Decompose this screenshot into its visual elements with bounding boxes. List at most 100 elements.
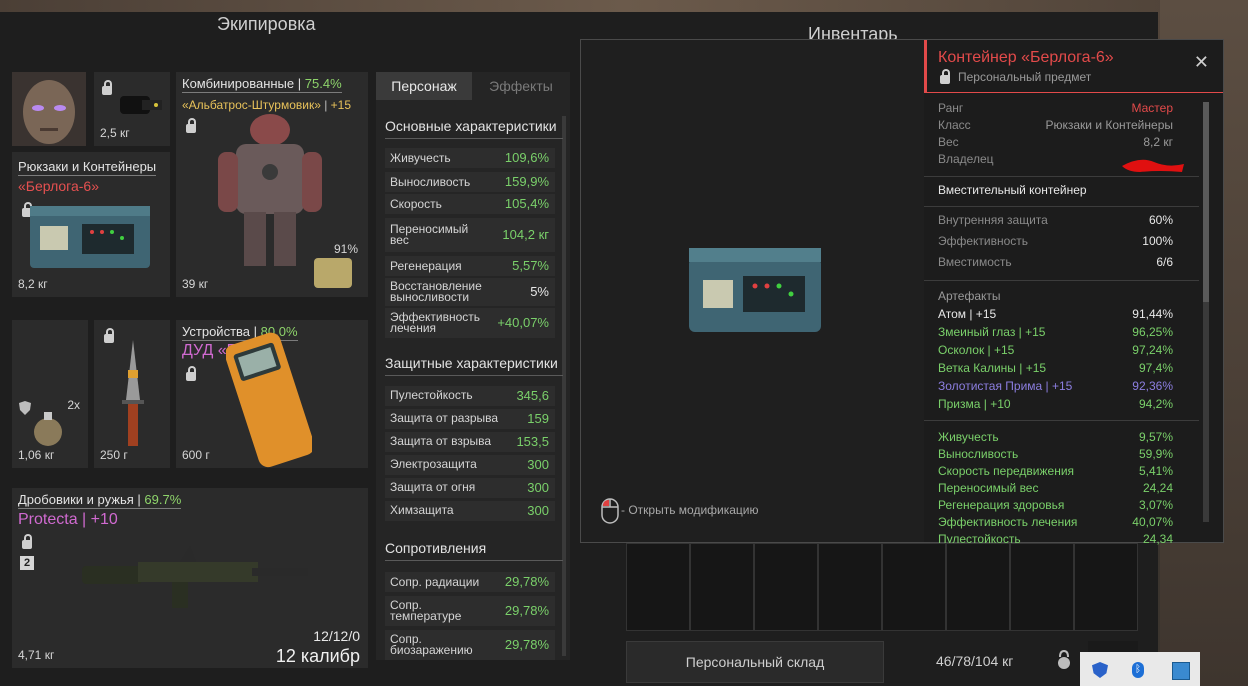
inventory-cell[interactable]: [626, 543, 690, 631]
weapon-name-line: Protecta | +10: [18, 511, 118, 529]
bluetooth-icon[interactable]: ᛒ: [1132, 662, 1144, 678]
character-portrait[interactable]: [12, 72, 86, 146]
resist-stats-title: Сопротивления: [385, 540, 563, 561]
info-prop-label: Класс: [938, 118, 971, 132]
stat-value: 300: [527, 457, 549, 472]
stat-label: Восстановление выносливости: [390, 279, 482, 304]
device-slot[interactable]: Устройства | 80.0% ДУД «Буря» 600 г: [176, 320, 368, 468]
weapon-percent: 69.7%: [144, 492, 182, 507]
weapon-upgrade: | +10: [82, 511, 118, 528]
weapon-caliber: 12 калибр: [275, 646, 360, 666]
item-info-panel: Контейнер «Берлога-6» Персональный предм…: [924, 39, 1224, 546]
stat-label: Живучесть: [390, 150, 451, 165]
divider: [924, 176, 1199, 177]
stat-row: Регенерация 5,57%: [385, 256, 555, 276]
stats-scrollbar[interactable]: [562, 116, 566, 656]
tab-effects[interactable]: Эффекты: [472, 72, 570, 100]
inventory-cell[interactable]: [946, 543, 1010, 631]
bonus-label: Регенерация здоровья: [938, 498, 1065, 512]
scrollbar-thumb[interactable]: [1203, 102, 1209, 302]
stat-value: 5%: [530, 284, 549, 299]
container-3d-icon: [689, 248, 821, 332]
lock-icon: [186, 366, 196, 381]
bonus-value: 40,07%: [1132, 515, 1173, 529]
container-stat-label: Внутренняя защита: [938, 213, 1048, 227]
armor-name-line: «Альбатрос-Штурмовик» | +15: [182, 98, 352, 112]
stat-label: Регенерация: [390, 258, 462, 273]
stat-label: Защита от взрыва: [390, 434, 492, 448]
stat-label: Защита от огня: [390, 480, 476, 494]
personal-storage-button[interactable]: Персональный склад: [626, 641, 884, 683]
container-stat-value: 100%: [1142, 234, 1173, 248]
info-scrollbar[interactable]: [1203, 102, 1209, 522]
close-icon[interactable]: ✕: [1194, 52, 1209, 73]
stat-row: Живучесть 109,6%: [385, 148, 555, 168]
bonus-value: 24,34: [1142, 532, 1173, 546]
weapon-level-badge: 2: [20, 556, 34, 570]
grenade-slot[interactable]: 2x 1,06 кг: [12, 320, 88, 468]
artifact-label: Змеиный глаз | +15: [938, 325, 1046, 339]
armor-slot[interactable]: Комбинированные | 75.4% «Альбатрос-Штурм…: [176, 72, 368, 297]
backpack-slot[interactable]: Рюкзаки и Контейнеры «Берлога-6» 8,2 кг: [12, 152, 170, 297]
artifacts-title: Артефакты: [938, 289, 1001, 303]
artifact-value: 97,24%: [1132, 343, 1173, 357]
stat-label: Защита от разрыва: [390, 411, 499, 425]
lock-icon: [102, 80, 112, 95]
stat-row: Скорость 105,4%: [385, 194, 555, 214]
stat-label: Переносимый вес: [390, 222, 469, 247]
artifact-value: 94,2%: [1138, 397, 1173, 411]
weapon-weight: 4,71 кг: [18, 648, 55, 662]
item-viewer[interactable]: - Открыть модификацию: [580, 39, 925, 543]
stat-value: 29,78%: [504, 574, 549, 589]
bonus-label: Выносливость: [938, 447, 1019, 461]
armor-category-line: Комбинированные | 75.4%: [182, 76, 342, 93]
grenade-count: 2x: [67, 398, 80, 412]
header-divider: [924, 92, 1223, 93]
stat-label: Эффективность лечения: [390, 310, 481, 335]
inventory-cell[interactable]: [1010, 543, 1074, 631]
inventory-cell[interactable]: [1074, 543, 1138, 631]
inventory-cell[interactable]: [882, 543, 946, 631]
inventory-cell[interactable]: [818, 543, 882, 631]
stat-row: Химзащита 300: [385, 501, 555, 521]
artifact-value: 97,4%: [1138, 361, 1173, 375]
bonus-value: 5,41%: [1138, 464, 1173, 478]
stat-value: 29,78%: [504, 637, 549, 652]
basic-stats-title: Основные характеристики: [385, 118, 563, 139]
stat-label: Скорость: [390, 196, 442, 211]
info-prop-label: Ранг: [938, 101, 964, 115]
lock-icon: [22, 534, 32, 549]
divider: [924, 420, 1199, 421]
container-type: Вместительный контейнер: [938, 183, 1087, 197]
equipment-header: Экипировка: [217, 14, 316, 34]
bonus-value: 3,07%: [1138, 498, 1173, 512]
stat-row: Электрозащита 300: [385, 455, 555, 475]
helmet-weight: 2,5 кг: [100, 126, 130, 140]
artifact-label: Золотистая Прима | +15: [938, 379, 1073, 393]
tab-character[interactable]: Персонаж: [376, 72, 472, 100]
stat-row: Эффективность лечения +40,07%: [385, 308, 555, 338]
stat-value: 300: [527, 480, 549, 495]
inventory-cell[interactable]: [690, 543, 754, 631]
divider: [924, 280, 1199, 281]
info-prop-value: Мастер: [1131, 101, 1173, 115]
network-icon[interactable]: [1172, 662, 1190, 680]
armor-durability: 91%: [333, 242, 358, 256]
knife-slot[interactable]: 250 г: [94, 320, 170, 468]
redacted-owner-mark: [1122, 159, 1184, 172]
lock-icon: [104, 328, 114, 343]
stats-panel: Персонаж Эффекты Основные характеристики…: [376, 72, 570, 660]
helmet-slot[interactable]: 2,5 кг: [94, 72, 170, 146]
open-modification-hint: - Открыть модификацию: [621, 503, 759, 517]
mouse-icon: [601, 498, 619, 524]
artifact-value: 96,25%: [1132, 325, 1173, 339]
stat-value: 345,6: [516, 388, 549, 403]
stat-value: 153,5: [516, 434, 549, 449]
security-shield-icon[interactable]: [1092, 662, 1108, 678]
protect-stats-title: Защитные характеристики: [385, 355, 563, 376]
weapon-slot[interactable]: Дробовики и ружья | 69.7% Protecta | +10…: [12, 488, 368, 668]
inventory-weight: 46/78/104 кг: [936, 653, 1014, 669]
inventory-cell[interactable]: [754, 543, 818, 631]
shotgun-icon: [82, 546, 308, 608]
inventory-grid[interactable]: [626, 543, 1138, 631]
